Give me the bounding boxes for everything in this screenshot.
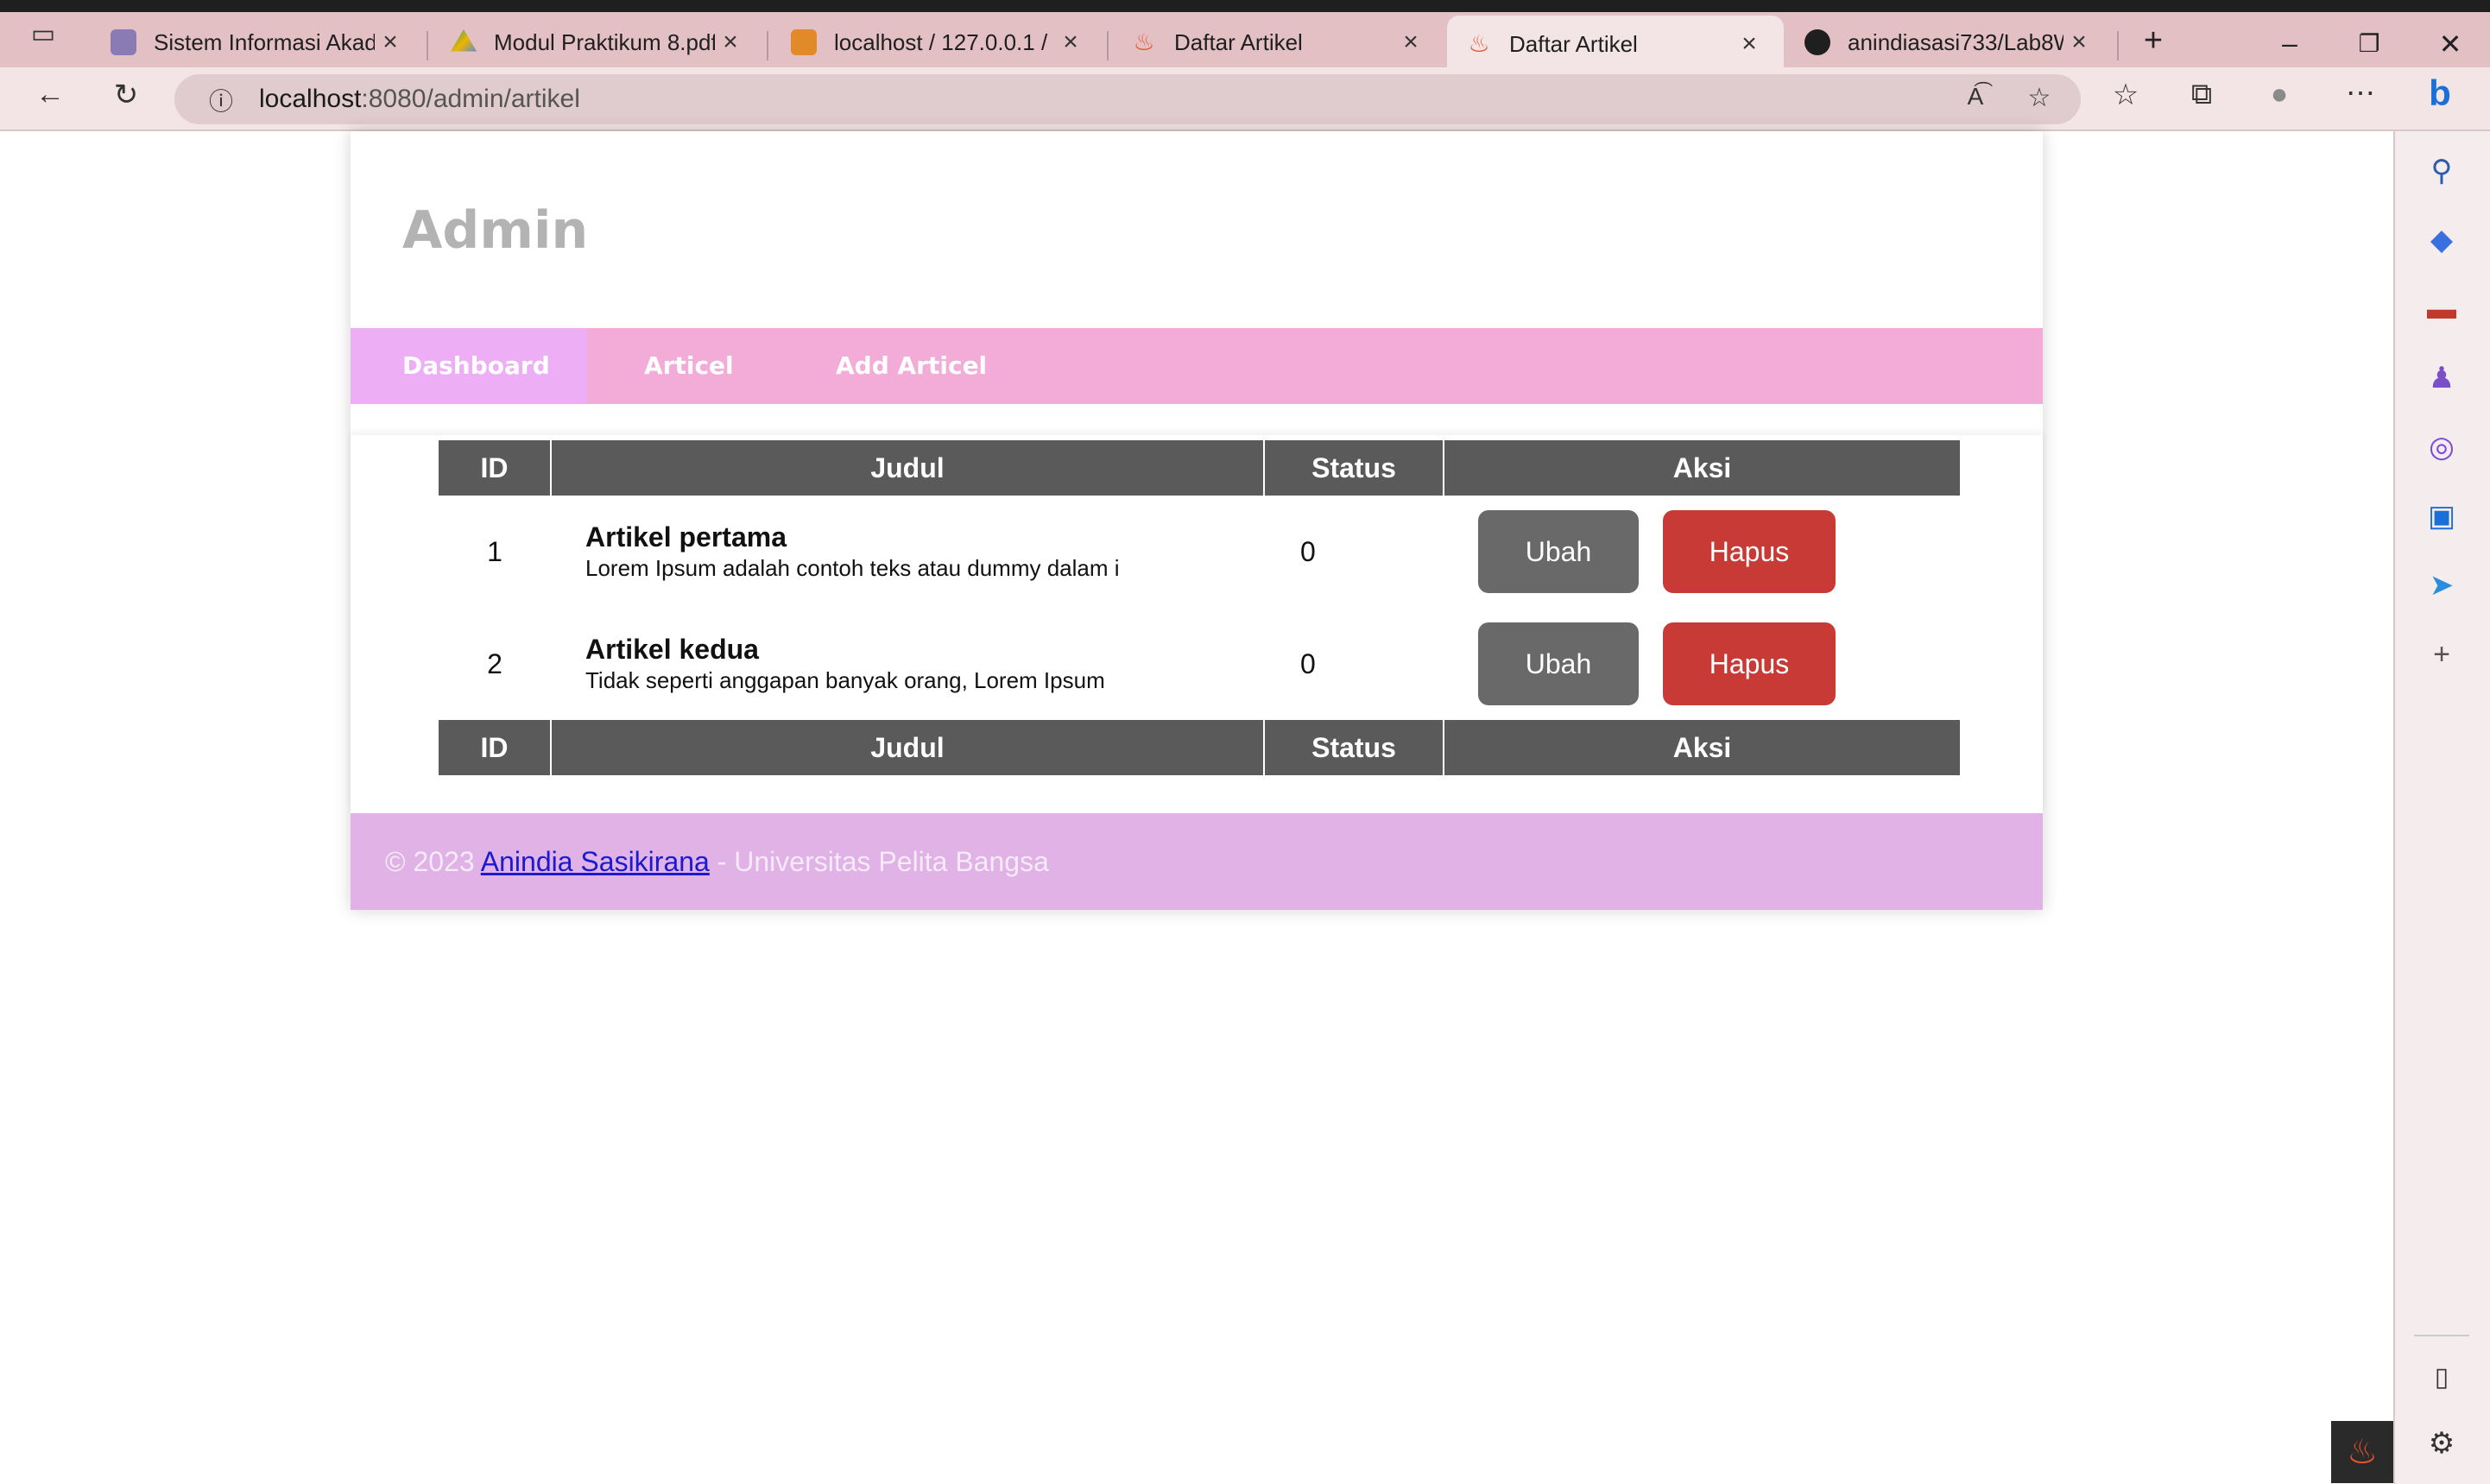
page-footer: © 2023 Anindia Sasikirana - Universitas …: [351, 813, 2043, 910]
author-link[interactable]: Anindia Sasikirana: [481, 846, 710, 877]
add-icon[interactable]: +: [2419, 632, 2464, 677]
close-icon[interactable]: ×: [1734, 29, 1765, 59]
browser-tab-1[interactable]: Sistem Informasi Akadem ×: [92, 17, 425, 67]
tab-title: Daftar Artikel: [1509, 30, 1638, 57]
github-icon: [1804, 29, 1830, 55]
more-options-icon[interactable]: ⋯: [2340, 76, 2381, 111]
close-icon[interactable]: ×: [1055, 28, 1086, 57]
edit-button[interactable]: Ubah: [1478, 622, 1639, 705]
address-bar[interactable]: ⓘ localhost:8080/admin/artikel A͡ ☆: [174, 74, 2081, 124]
footer-copyright: © 2023: [385, 846, 481, 877]
table-row: 2 Artikel kedua Tidak seperti anggapan b…: [439, 608, 1960, 720]
codeigniter-icon: ♨: [1133, 28, 1155, 55]
favorites-icon[interactable]: ☆: [2105, 78, 2146, 112]
content-area: ID Judul Status Aksi 1 Artikel pertama L…: [351, 435, 2043, 811]
codeigniter-debug-icon[interactable]: ♨: [2331, 1421, 2393, 1483]
split-screen-icon[interactable]: ▯: [2419, 1355, 2464, 1400]
table-header-row: ID Judul Status Aksi: [439, 440, 1960, 496]
delete-button[interactable]: Hapus: [1663, 622, 1836, 705]
tab-title: Daftar Artikel: [1174, 28, 1303, 55]
column-footer-judul: Judul: [551, 720, 1265, 775]
campus-icon: [111, 29, 136, 55]
article-title: Artikel kedua: [585, 634, 759, 665]
page-header: Admin: [351, 131, 2043, 328]
column-header-aksi: Aksi: [1444, 440, 1960, 496]
browser-toolbar: ← ↻ ⓘ localhost:8080/admin/artikel A͡ ☆ …: [0, 67, 2490, 131]
settings-icon[interactable]: ⚙: [2419, 1421, 2464, 1466]
drive-icon: [451, 29, 477, 52]
restore-icon[interactable]: ❐: [2352, 29, 2386, 58]
table-footer-row: ID Judul Status Aksi: [439, 720, 1960, 775]
row-judul: Artikel pertama Lorem Ipsum adalah conto…: [551, 496, 1264, 608]
edit-button[interactable]: Ubah: [1478, 510, 1639, 593]
site-info-icon[interactable]: ⓘ: [200, 83, 242, 117]
url-host: localhost: [259, 85, 362, 113]
row-status: 0: [1300, 647, 1316, 679]
article-table: ID Judul Status Aksi 1 Artikel pertama L…: [439, 440, 1960, 775]
back-icon[interactable]: ←: [29, 78, 71, 111]
column-footer-status: Status: [1264, 720, 1444, 775]
row-actions: Ubah Hapus: [1444, 608, 1960, 720]
add-favorite-icon[interactable]: ☆: [2019, 83, 2060, 113]
office-icon[interactable]: ◎: [2419, 425, 2464, 470]
close-icon[interactable]: ×: [715, 28, 746, 57]
games-icon[interactable]: ♟: [2419, 356, 2464, 401]
browser-tab-3[interactable]: localhost / 127.0.0.1 / lab ×: [772, 17, 1105, 67]
tab-strip: ▭ Sistem Informasi Akadem × Modul Prakti…: [0, 0, 2490, 73]
close-icon[interactable]: ×: [2063, 28, 2095, 57]
read-aloud-icon[interactable]: A͡: [1955, 83, 1996, 111]
tab-title: Sistem Informasi Akadem: [154, 28, 375, 55]
nav-add-articel[interactable]: Add Articel: [836, 328, 987, 404]
column-header-id: ID: [439, 440, 552, 496]
browser-tab-5[interactable]: ♨ Daftar Artikel ×: [1447, 16, 1784, 73]
shopping-icon[interactable]: ◆: [2419, 218, 2464, 262]
tab-actions-icon[interactable]: ▭: [22, 19, 64, 49]
tab-title: anindiasasi733/Lab8Web: [1848, 28, 2063, 55]
column-footer-aksi: Aksi: [1444, 720, 1960, 775]
article-excerpt: Lorem Ipsum adalah contoh teks atau dumm…: [585, 555, 1120, 581]
row-id: 2: [487, 647, 502, 679]
page-container: Admin Dashboard Articel Add Articel ID J…: [351, 131, 2043, 910]
send-icon[interactable]: ➤: [2419, 563, 2464, 608]
minimize-icon[interactable]: –: [2272, 28, 2307, 60]
url-path: :8080/admin/artikel: [361, 85, 580, 113]
close-icon[interactable]: ×: [375, 28, 406, 57]
codeigniter-icon: ♨: [1468, 30, 1490, 57]
tools-icon[interactable]: ▬: [2419, 287, 2464, 332]
tab-title: localhost / 127.0.0.1 / lab: [834, 28, 1055, 55]
column-footer-id: ID: [439, 720, 552, 775]
nav-articel[interactable]: Articel: [644, 328, 734, 404]
article-excerpt: Tidak seperti anggapan banyak orang, Lor…: [585, 667, 1105, 693]
outlook-icon[interactable]: ▣: [2419, 494, 2464, 539]
row-status: 0: [1300, 535, 1316, 567]
profile-icon[interactable]: ●: [2259, 78, 2300, 111]
column-header-status: Status: [1264, 440, 1444, 496]
browser-tab-6[interactable]: anindiasasi733/Lab8Web ×: [1785, 17, 2114, 67]
column-header-judul: Judul: [551, 440, 1265, 496]
footer-institution: - Universitas Pelita Bangsa: [709, 846, 1049, 877]
browser-sidebar: ⚲ ◆ ▬ ♟ ◎ ▣ ➤ + ▯ ⚙: [2393, 131, 2490, 1484]
collections-icon[interactable]: ⧉: [2181, 78, 2222, 111]
url-text: localhost:8080/admin/artikel: [259, 85, 580, 114]
bing-copilot-icon[interactable]: b: [2419, 73, 2461, 114]
delete-button[interactable]: Hapus: [1663, 510, 1836, 593]
article-title: Artikel pertama: [585, 521, 787, 553]
phpmyadmin-icon: [791, 29, 817, 55]
close-icon[interactable]: ×: [1395, 28, 1426, 57]
row-id: 1: [487, 535, 502, 567]
page-title: Admin: [402, 200, 589, 261]
table-row: 1 Artikel pertama Lorem Ipsum adalah con…: [439, 496, 1960, 608]
browser-tab-4[interactable]: ♨ Daftar Artikel ×: [1112, 17, 1445, 67]
tab-title: Modul Praktikum 8.pdf -: [494, 28, 715, 55]
sidebar-divider: [2414, 1335, 2469, 1336]
reload-icon[interactable]: ↻: [105, 78, 147, 112]
nav-dashboard[interactable]: Dashboard: [351, 328, 587, 404]
close-window-icon[interactable]: ✕: [2433, 28, 2468, 60]
row-judul: Artikel kedua Tidak seperti anggapan ban…: [551, 608, 1264, 720]
new-tab-icon[interactable]: +: [2136, 22, 2171, 60]
row-actions: Ubah Hapus: [1444, 496, 1960, 608]
main-nav: Dashboard Articel Add Articel: [351, 328, 2043, 404]
search-icon[interactable]: ⚲: [2419, 148, 2464, 193]
browser-tab-2[interactable]: Modul Praktikum 8.pdf - ×: [432, 17, 765, 67]
